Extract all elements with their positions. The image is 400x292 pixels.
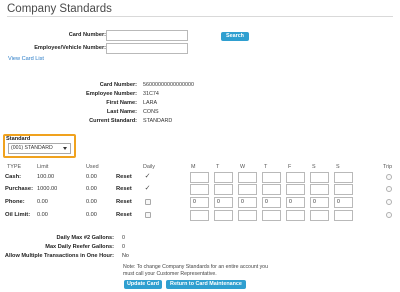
card-number-input[interactable] [106, 30, 188, 41]
day-input-phone-sun[interactable]: 0 [334, 197, 353, 208]
day-input-purchase-fri[interactable] [286, 184, 305, 195]
col-used: Used [86, 164, 99, 170]
day-input-cash-tue[interactable] [214, 172, 233, 183]
daily-checkbox-cash[interactable]: ✓ [144, 173, 151, 180]
day-input-phone-mon[interactable]: 0 [190, 197, 209, 208]
employee-vehicle-label: Employee/Vehicle Number: [34, 45, 106, 51]
trip-checkbox-purchase[interactable] [386, 186, 392, 192]
last-name-value: CONS [143, 109, 159, 115]
daily-checkbox-oil[interactable] [145, 212, 151, 218]
row-type-phone: Phone: [5, 199, 25, 205]
trip-checkbox-oil[interactable] [386, 212, 392, 218]
row-used-oil: 0.00 [86, 212, 97, 218]
employee-number-value: 31C74 [143, 91, 159, 97]
reset-link-oil[interactable]: Reset [116, 212, 132, 218]
day-input-cash-thu[interactable] [262, 172, 281, 183]
day-input-cash-wed[interactable] [238, 172, 257, 183]
row-used-purchase: 0.00 [86, 186, 97, 192]
day-input-cash-fri[interactable] [286, 172, 305, 183]
daily-max-value: 0 [122, 235, 125, 241]
col-trip: Trip [383, 164, 393, 170]
daily-max-label: Daily Max #2 Gallons: [56, 235, 114, 241]
row-limit-cash: 100.00 [37, 174, 55, 180]
reefer-label: Max Daily Reefer Gallons: [45, 244, 114, 250]
trip-checkbox-cash[interactable] [386, 174, 392, 180]
day-input-purchase-thu[interactable] [262, 184, 281, 195]
row-limit-phone: 0.00 [37, 199, 48, 205]
current-standard-value: STANDARD [143, 118, 173, 124]
day-input-oil-tue[interactable] [214, 210, 233, 221]
day-input-cash-sat[interactable] [310, 172, 329, 183]
standard-select[interactable]: (001) STANDARD [8, 143, 71, 154]
day-input-oil-wed[interactable] [238, 210, 257, 221]
day-input-phone-fri[interactable]: 0 [286, 197, 305, 208]
day-input-purchase-sat[interactable] [310, 184, 329, 195]
col-sun: S [336, 164, 340, 170]
standard-select-value: (001) STANDARD [11, 145, 53, 151]
day-input-oil-thu[interactable] [262, 210, 281, 221]
search-button[interactable]: Search [221, 32, 249, 41]
row-limit-purchase: 1000.00 [37, 186, 58, 192]
multiple-transactions-value: No [122, 253, 129, 259]
daily-checkbox-phone[interactable] [145, 199, 151, 205]
col-wed: W [240, 164, 246, 170]
reset-link-cash[interactable]: Reset [116, 174, 132, 180]
col-tue: T [216, 164, 220, 170]
reset-link-phone[interactable]: Reset [116, 199, 132, 205]
row-type-cash: Cash: [5, 174, 22, 180]
standards-note: Note: To change Company Standards for an… [123, 264, 268, 277]
day-input-purchase-mon[interactable] [190, 184, 209, 195]
day-input-phone-tue[interactable]: 0 [214, 197, 233, 208]
standard-label: Standard [6, 136, 31, 142]
day-input-oil-sun[interactable] [334, 210, 353, 221]
col-fri: F [288, 164, 292, 170]
reefer-value: 0 [122, 244, 125, 250]
day-input-oil-fri[interactable] [286, 210, 305, 221]
view-card-list-link[interactable]: View Card List [8, 56, 44, 62]
day-input-purchase-tue[interactable] [214, 184, 233, 195]
row-used-phone: 0.00 [86, 199, 97, 205]
col-daily: Daily [143, 164, 155, 170]
update-card-button[interactable]: Update Card [124, 280, 162, 289]
current-standard-label: Current Standard: [89, 118, 137, 124]
employee-vehicle-input[interactable] [106, 43, 188, 54]
title-divider [7, 16, 393, 17]
chevron-down-icon [63, 147, 67, 150]
col-sat: S [312, 164, 316, 170]
last-name-label: Last Name: [106, 109, 137, 115]
multiple-transactions-label: Allow Multiple Transactions in One Hour: [4, 253, 114, 259]
trip-checkbox-phone[interactable] [386, 199, 392, 205]
card-number-label: Card Number: [99, 82, 137, 88]
first-name-label: First Name: [106, 100, 137, 106]
col-thu: T [264, 164, 268, 170]
daily-checkbox-purchase[interactable]: ✓ [144, 185, 151, 192]
day-input-phone-wed[interactable]: 0 [238, 197, 257, 208]
row-used-cash: 0.00 [86, 174, 97, 180]
col-mon: M [191, 164, 196, 170]
day-input-cash-sun[interactable] [334, 172, 353, 183]
page-title: Company Standards [7, 3, 112, 15]
reset-link-purchase[interactable]: Reset [116, 186, 132, 192]
day-input-oil-sat[interactable] [310, 210, 329, 221]
card-number-value: 56000000000000000 [143, 82, 194, 88]
row-type-purchase: Purchase: [5, 186, 34, 192]
employee-number-label: Employee Number: [86, 91, 137, 97]
return-to-card-maintenance-button[interactable]: Return to Card Maintenance [166, 280, 246, 289]
col-limit: Limit [37, 164, 49, 170]
day-input-purchase-sun[interactable] [334, 184, 353, 195]
row-type-oil: Oil Limit: [5, 212, 31, 218]
day-input-cash-mon[interactable] [190, 172, 209, 183]
col-type: TYPE [7, 164, 22, 170]
row-limit-oil: 0.00 [37, 212, 48, 218]
day-input-oil-mon[interactable] [190, 210, 209, 221]
card-number-search-label: Card Number: [68, 32, 106, 38]
first-name-value: LARA [143, 100, 158, 106]
day-input-phone-sat[interactable]: 0 [310, 197, 329, 208]
day-input-purchase-wed[interactable] [238, 184, 257, 195]
day-input-phone-thu[interactable]: 0 [262, 197, 281, 208]
